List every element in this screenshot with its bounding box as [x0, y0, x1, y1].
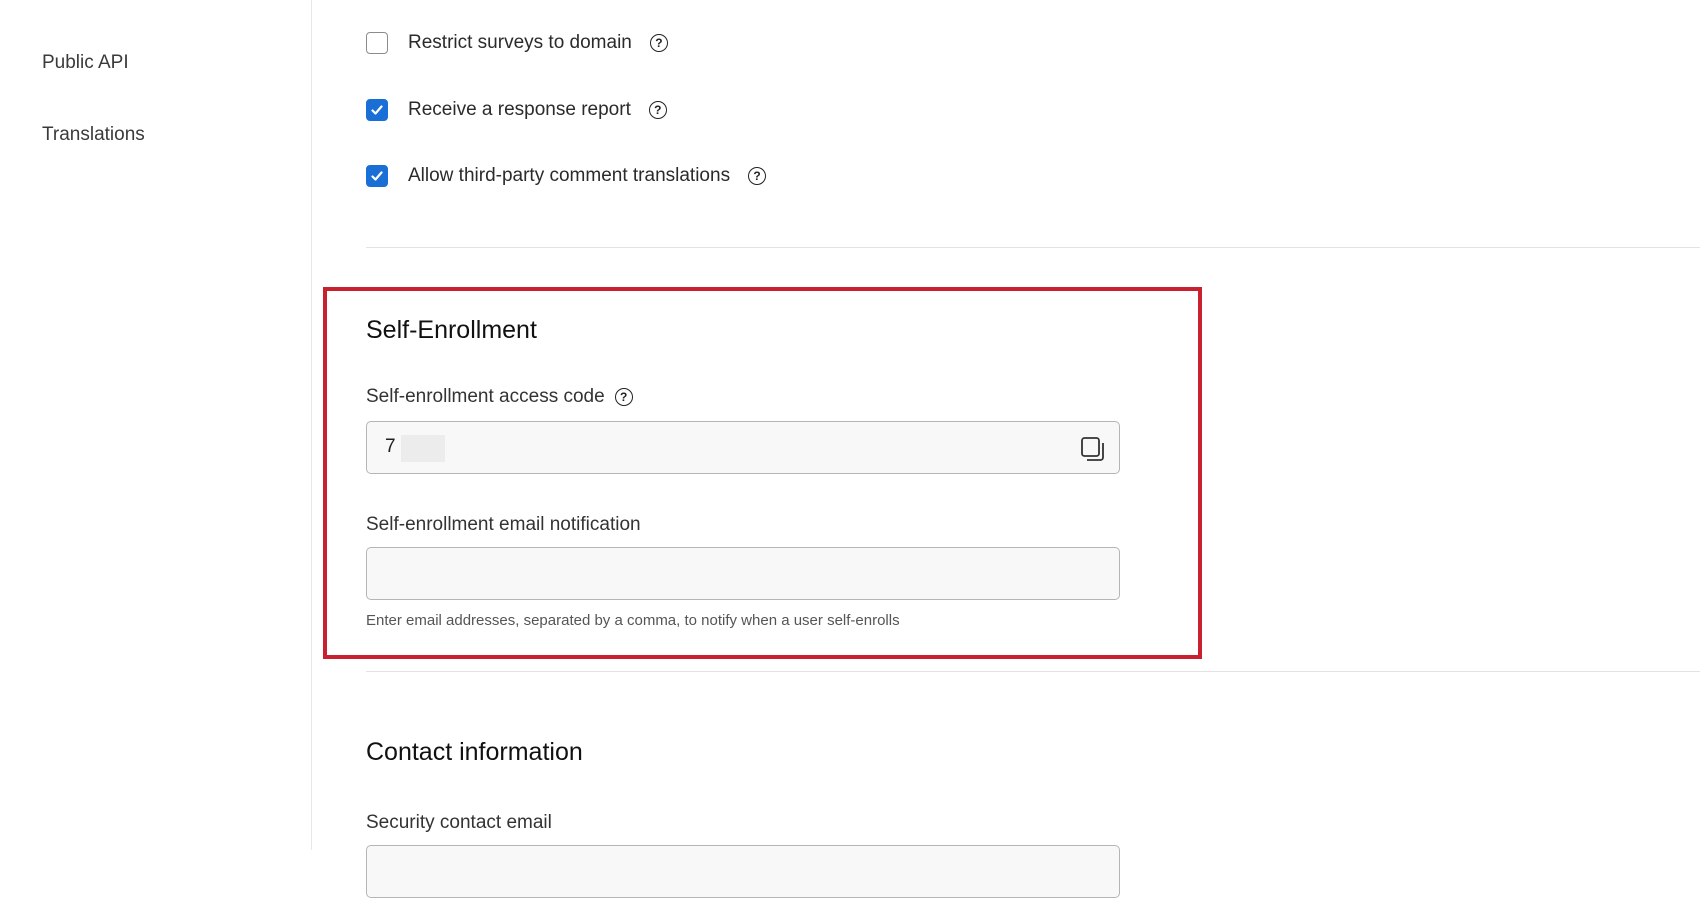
- section-divider: [366, 671, 1700, 672]
- sidebar-item-translations[interactable]: Translations: [42, 124, 145, 146]
- option-restrict-surveys: Restrict surveys to domain ?: [366, 30, 668, 56]
- access-code-label-text: Self-enrollment access code: [366, 386, 605, 407]
- question-circle-icon[interactable]: ?: [648, 101, 667, 119]
- email-notification-field[interactable]: [366, 547, 1120, 600]
- email-helper-text: Enter email addresses, separated by a co…: [366, 612, 900, 629]
- contact-info-heading: Contact information: [366, 738, 583, 766]
- email-notification-label: Self-enrollment email notification: [366, 514, 641, 535]
- option-label: Allow third-party comment translations: [408, 165, 731, 186]
- option-response-report: Receive a response report ?: [366, 97, 667, 123]
- option-third-party-translations: Allow third-party comment translations ?: [366, 163, 767, 189]
- response-report-checkbox[interactable]: [366, 99, 388, 121]
- redacted-code: [401, 435, 445, 462]
- checkmark-icon: [371, 171, 383, 181]
- third-party-translations-checkbox[interactable]: [366, 165, 388, 187]
- section-divider: [366, 247, 1700, 248]
- sidebar-item-public-api[interactable]: Public API: [42, 52, 129, 74]
- option-label: Restrict surveys to domain: [408, 32, 632, 53]
- checkmark-icon: [371, 105, 383, 115]
- access-code-label: Self-enrollment access code ?: [366, 386, 633, 408]
- security-email-field[interactable]: [366, 845, 1120, 898]
- restrict-surveys-checkbox[interactable]: [366, 32, 388, 54]
- question-circle-icon[interactable]: ?: [748, 167, 767, 185]
- question-circle-icon[interactable]: ?: [649, 34, 668, 52]
- access-code-field[interactable]: 7: [366, 421, 1120, 474]
- option-label: Receive a response report: [408, 99, 631, 120]
- question-circle-icon[interactable]: ?: [614, 388, 633, 406]
- access-code-value: 7: [385, 436, 396, 457]
- security-email-label: Security contact email: [366, 812, 552, 833]
- self-enrollment-heading: Self-Enrollment: [366, 316, 537, 344]
- settings-sidebar: Public API Translations: [0, 0, 312, 850]
- copy-icon[interactable]: [1079, 435, 1107, 463]
